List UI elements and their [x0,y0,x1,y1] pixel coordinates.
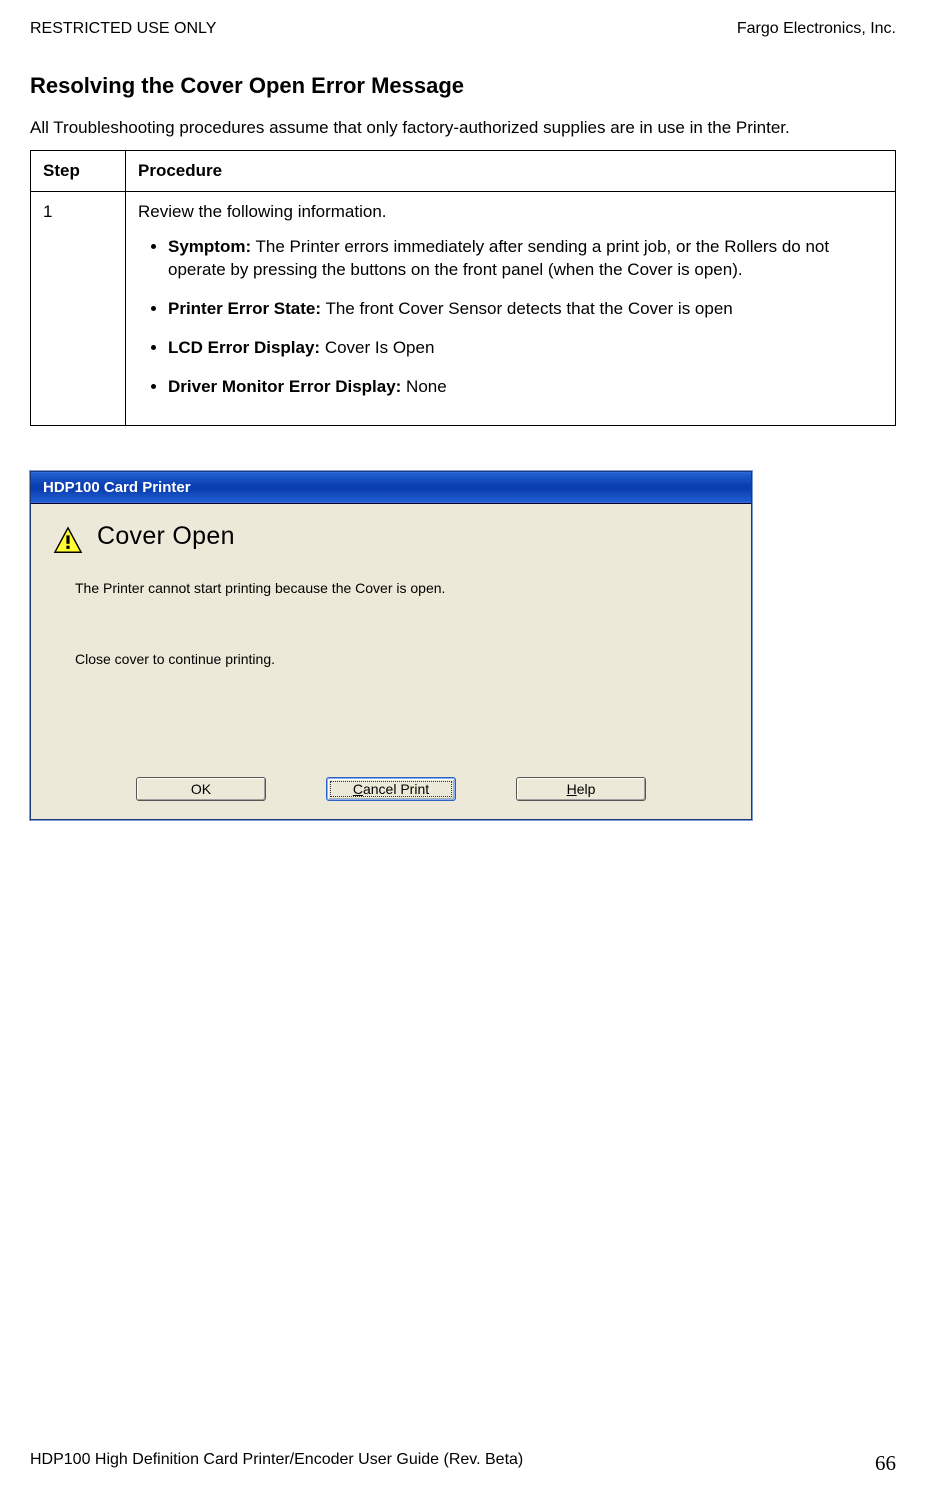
bullet-text: Cover Is Open [320,338,434,357]
header-left: RESTRICTED USE ONLY [30,20,216,38]
bullet-label: Driver Monitor Error Display: [168,377,401,396]
list-item: LCD Error Display: Cover Is Open [168,337,883,360]
header-right: Fargo Electronics, Inc. [737,20,896,38]
footer-left: HDP100 High Definition Card Printer/Enco… [30,1451,523,1476]
ok-button[interactable]: OK [136,777,266,801]
section-title: Resolving the Cover Open Error Message [30,73,896,99]
col-step: Step [31,150,126,191]
intro-text: All Troubleshooting procedures assume th… [30,117,896,140]
cancel-print-rest: ancel Print [363,781,429,797]
procedure-lead: Review the following information. [138,202,883,222]
list-item: Driver Monitor Error Display: None [168,376,883,399]
help-rest: elp [577,781,596,797]
step-number: 1 [31,191,126,425]
cancel-print-accel: C [353,781,363,797]
dialog-window: HDP100 Card Printer Cover Open The Print… [30,471,752,820]
procedure-cell: Review the following information. Sympto… [126,191,896,425]
page-header: RESTRICTED USE ONLY Fargo Electronics, I… [30,20,896,38]
table-header-row: Step Procedure [31,150,896,191]
bullet-label: Symptom: [168,237,251,256]
bullet-text: The Printer errors immediately after sen… [168,237,829,279]
dialog-line1: The Printer cannot start printing becaus… [75,580,729,596]
bullet-text: None [401,377,446,396]
dialog-titlebar: HDP100 Card Printer [31,472,751,504]
list-item: Printer Error State: The front Cover Sen… [168,298,883,321]
dialog-message: The Printer cannot start printing becaus… [75,580,729,667]
bullet-text: The front Cover Sensor detects that the … [321,299,733,318]
col-procedure: Procedure [126,150,896,191]
warning-icon [53,526,83,556]
procedure-bullets: Symptom: The Printer errors immediately … [138,236,883,399]
steps-table: Step Procedure 1 Review the following in… [30,150,896,426]
help-accel: H [567,781,577,797]
bullet-label: Printer Error State: [168,299,321,318]
page-number: 66 [875,1451,896,1476]
dialog-screenshot: HDP100 Card Printer Cover Open The Print… [30,471,896,820]
cancel-print-button[interactable]: Cancel Print [326,777,456,801]
dialog-heading-row: Cover Open [53,522,729,556]
table-row: 1 Review the following information. Symp… [31,191,896,425]
list-item: Symptom: The Printer errors immediately … [168,236,883,282]
page-footer: HDP100 High Definition Card Printer/Enco… [30,1451,896,1476]
dialog-button-row: OK Cancel Print Help [53,777,729,801]
dialog-body: Cover Open The Printer cannot start prin… [31,504,751,819]
dialog-heading: Cover Open [97,522,235,551]
dialog-line2: Close cover to continue printing. [75,651,729,667]
bullet-label: LCD Error Display: [168,338,320,357]
help-button[interactable]: Help [516,777,646,801]
